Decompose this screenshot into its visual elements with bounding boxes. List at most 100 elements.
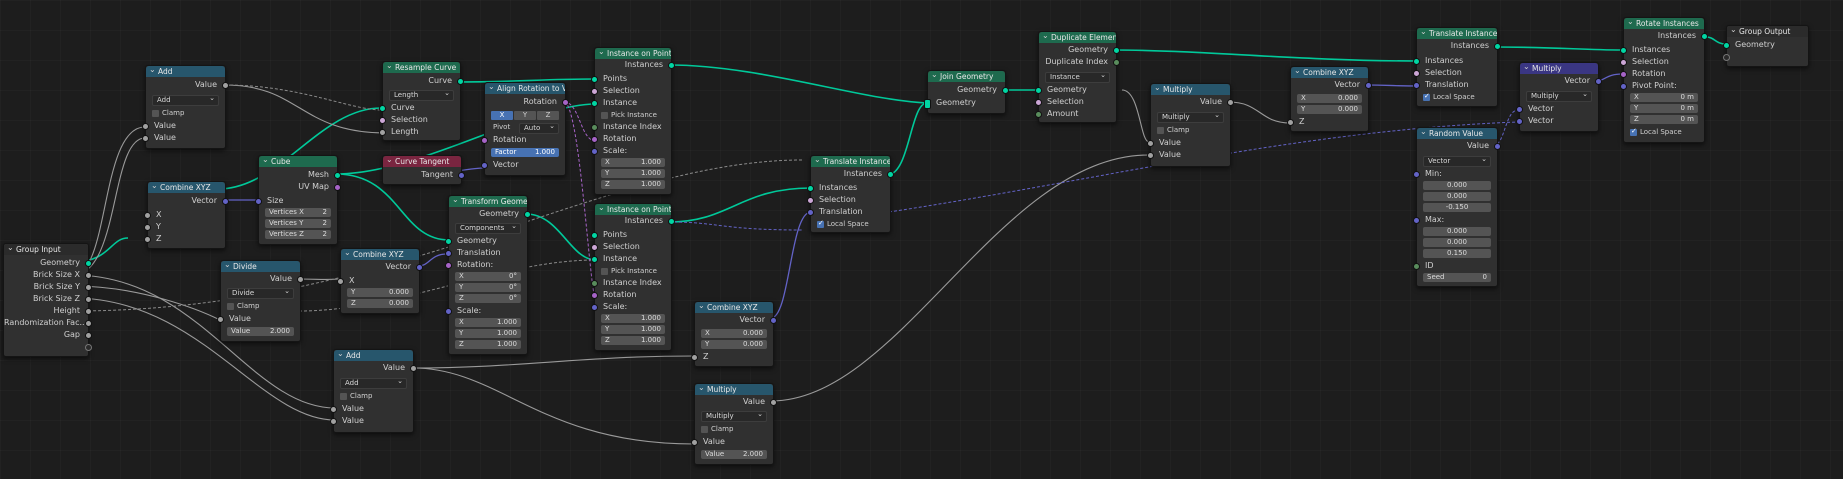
- node-combine-xyz[interactable]: Combine XYZ Vector X Y Z: [144, 181, 229, 249]
- socket[interactable]: [887, 171, 894, 178]
- scale-y-field[interactable]: Y 1.000: [601, 325, 665, 334]
- socket[interactable]: [379, 129, 386, 136]
- socket[interactable]: [481, 137, 488, 144]
- socket[interactable]: [1620, 47, 1627, 54]
- factor-field[interactable]: Factor 1.000: [491, 148, 559, 157]
- node-curve-tangent[interactable]: Curve Tangent Tangent: [382, 155, 465, 185]
- local-space-checkbox[interactable]: Local Space: [1423, 92, 1475, 102]
- socket[interactable]: [1701, 33, 1708, 40]
- socket[interactable]: [770, 399, 777, 406]
- socket[interactable]: [524, 211, 531, 218]
- socket[interactable]: [445, 250, 452, 257]
- x-field[interactable]: X 0.000: [701, 329, 767, 338]
- node-group-input[interactable]: Group Input Geometry Brick Size X Brick …: [3, 243, 92, 357]
- socket[interactable]: [457, 78, 464, 85]
- y-field[interactable]: Y 0.000: [347, 288, 413, 297]
- socket[interactable]: [1494, 143, 1501, 150]
- socket[interactable]: [591, 100, 598, 107]
- operation-dropdown[interactable]: Add: [152, 94, 219, 106]
- socket[interactable]: [330, 406, 337, 413]
- node-add-top[interactable]: Add Value Add Clamp Value Value: [142, 65, 229, 149]
- socket[interactable]: [1147, 140, 1154, 147]
- operation-dropdown[interactable]: Multiply: [1157, 111, 1224, 123]
- axis-z-button[interactable]: Z: [537, 111, 559, 120]
- node-rotate-instances[interactable]: Rotate Instances Instances Instances Sel…: [1620, 17, 1708, 143]
- socket[interactable]: [807, 185, 814, 192]
- node-transform-geometry[interactable]: Transform Geometry Geometry Components G…: [445, 195, 531, 355]
- socket[interactable]: [1620, 83, 1627, 90]
- socket[interactable]: [1413, 217, 1420, 224]
- socket[interactable]: [85, 284, 92, 291]
- domain-dropdown[interactable]: Instance: [1045, 71, 1110, 83]
- socket[interactable]: [1516, 118, 1523, 125]
- y-field[interactable]: Y 0.000: [1297, 105, 1362, 114]
- pivot-x-field[interactable]: X0 m: [1630, 93, 1698, 102]
- vertices-x-field[interactable]: Vertices X2: [265, 208, 331, 217]
- socket[interactable]: [591, 148, 598, 155]
- scale-x-field[interactable]: X 1.000: [455, 318, 521, 327]
- socket[interactable]: [85, 260, 92, 267]
- scale-z-field[interactable]: Z 1.000: [455, 340, 521, 349]
- clamp-checkbox[interactable]: Clamp: [701, 424, 733, 434]
- socket[interactable]: [142, 123, 149, 130]
- seed-field[interactable]: Seed 0: [1423, 273, 1491, 282]
- local-space-checkbox[interactable]: Local Space: [1630, 127, 1682, 137]
- socket[interactable]: [1413, 70, 1420, 77]
- scale-z-field[interactable]: Z 1.000: [601, 180, 665, 189]
- socket[interactable]: [591, 244, 598, 251]
- socket[interactable]: [1516, 106, 1523, 113]
- socket[interactable]: [1035, 111, 1042, 118]
- type-dropdown[interactable]: Vector: [1423, 155, 1491, 167]
- socket[interactable]: [924, 99, 931, 109]
- socket[interactable]: [85, 344, 92, 351]
- socket[interactable]: [334, 172, 341, 179]
- node-combine-xyz[interactable]: Combine XYZ Vector X Y0.000 Z0.000: [337, 248, 423, 314]
- scale-y-field[interactable]: Y 1.000: [601, 169, 665, 178]
- clamp-checkbox[interactable]: Clamp: [340, 391, 372, 401]
- socket[interactable]: [691, 354, 698, 361]
- operation-dropdown[interactable]: Multiply: [1526, 90, 1592, 102]
- socket[interactable]: [591, 292, 598, 299]
- socket[interactable]: [1035, 87, 1042, 94]
- socket[interactable]: [1494, 43, 1501, 50]
- node-multiply-bottom[interactable]: Multiply Value Multiply Clamp Value Valu…: [691, 383, 777, 465]
- socket[interactable]: [1147, 152, 1154, 159]
- vertices-y-field[interactable]: Vertices Y2: [265, 219, 331, 228]
- socket[interactable]: [481, 162, 488, 169]
- value-field[interactable]: Value 2.000: [227, 327, 294, 336]
- node-editor-canvas[interactable]: Group Input Geometry Brick Size X Brick …: [0, 0, 1843, 479]
- socket[interactable]: [85, 296, 92, 303]
- max-x-field[interactable]: 0.000: [1423, 227, 1491, 236]
- socket[interactable]: [330, 418, 337, 425]
- node-group-output[interactable]: Group Output Geometry: [1723, 25, 1809, 67]
- socket[interactable]: [85, 320, 92, 327]
- pick-instance-checkbox[interactable]: Pick Instance: [601, 266, 657, 276]
- socket[interactable]: [591, 76, 598, 83]
- socket[interactable]: [1365, 82, 1372, 89]
- node-translate-instances[interactable]: Translate Instances Instances Instances …: [1413, 27, 1501, 107]
- scale-x-field[interactable]: X 1.000: [601, 158, 665, 167]
- socket[interactable]: [379, 105, 386, 112]
- socket[interactable]: [1035, 99, 1042, 106]
- node-resample-curve[interactable]: Resample Curve Curve Length Curve Select…: [379, 61, 464, 141]
- socket[interactable]: [379, 117, 386, 124]
- socket[interactable]: [591, 256, 598, 263]
- node-instance-on-points[interactable]: Instance on Points Instances Points Sele…: [591, 203, 675, 351]
- socket[interactable]: [770, 317, 777, 324]
- socket[interactable]: [668, 218, 675, 225]
- socket[interactable]: [807, 197, 814, 204]
- node-join-geometry[interactable]: Join Geometry Geometry Geometry: [924, 70, 1009, 114]
- axis-selector[interactable]: X Y Z: [491, 111, 559, 120]
- min-x-field[interactable]: 0.000: [1423, 181, 1491, 190]
- socket[interactable]: [445, 262, 452, 269]
- node-divide[interactable]: Divide Value Divide Clamp Value Value2.0…: [217, 260, 304, 342]
- value-field[interactable]: Value 2.000: [701, 450, 767, 459]
- socket[interactable]: [334, 184, 341, 191]
- socket[interactable]: [255, 198, 262, 205]
- socket[interactable]: [591, 280, 598, 287]
- socket[interactable]: [1723, 54, 1730, 61]
- socket[interactable]: [1113, 47, 1120, 54]
- socket[interactable]: [1595, 78, 1602, 85]
- min-z-field[interactable]: -0.150: [1423, 203, 1491, 212]
- scale-x-field[interactable]: X 1.000: [601, 314, 665, 323]
